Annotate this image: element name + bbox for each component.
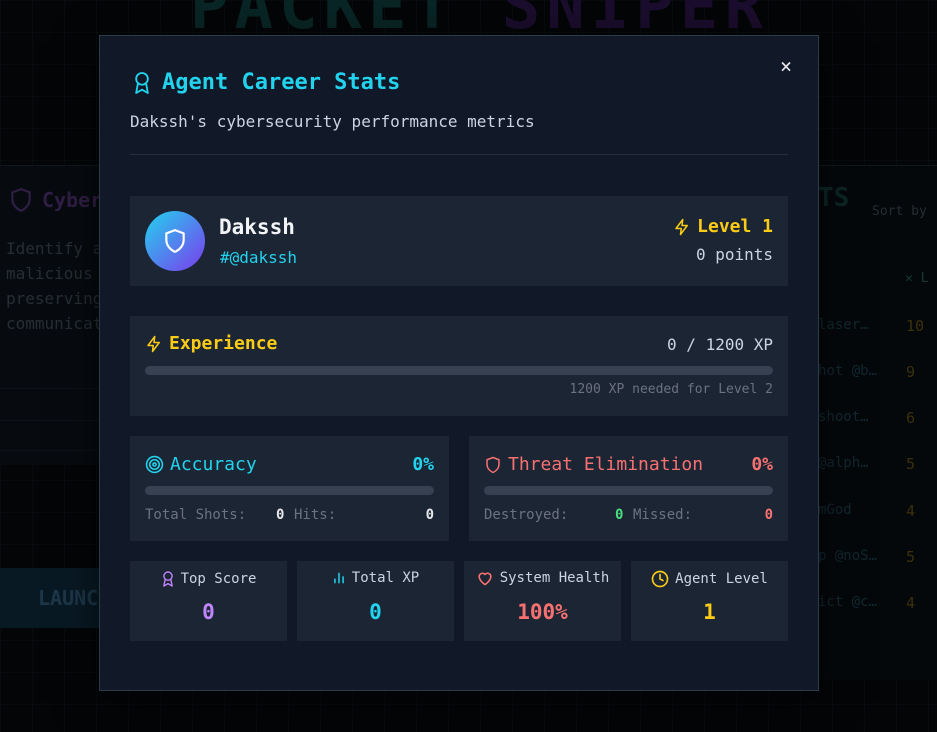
destroyed-value: 0 <box>615 507 624 523</box>
shield-icon <box>486 456 500 473</box>
accuracy-card: Accuracy 0% Total Shots: 0 Hits: 0 <box>130 436 449 541</box>
threat-elimination-card: Threat Elimination 0% Destroyed: 0 Misse… <box>469 436 788 541</box>
hits-label: Hits: <box>294 507 337 523</box>
experience-card: Experience 0 / 1200 XP 1200 XP needed fo… <box>130 316 788 416</box>
missed-value: 0 <box>764 507 773 523</box>
lightning-icon <box>147 335 160 352</box>
shield-icon <box>165 229 185 253</box>
threat-percent: 0% <box>751 454 773 475</box>
level-badge: Level 1 <box>673 216 773 237</box>
top-score-label: Top Score <box>130 570 287 588</box>
total-shots-value: 0 <box>276 507 285 523</box>
total-xp-value: 0 <box>369 600 382 624</box>
heart-icon <box>478 572 492 586</box>
close-button[interactable]: × <box>776 56 796 76</box>
points-value: 0 points <box>695 245 773 264</box>
total-xp-label: Total XP <box>297 570 454 586</box>
experience-value: 0 / 1200 XP <box>667 335 773 354</box>
threat-heading: Threat Elimination <box>484 454 703 475</box>
total-shots-label: Total Shots: <box>145 507 247 523</box>
header-divider <box>130 154 788 155</box>
modal-header: Agent Career Stats <box>132 70 400 95</box>
experience-progress-bar <box>145 366 773 375</box>
career-stats-modal: × Agent Career Stats Dakssh's cybersecur… <box>99 35 819 691</box>
system-health-value: 100% <box>517 600 568 624</box>
award-icon <box>162 571 173 587</box>
lightning-icon <box>675 218 689 235</box>
accuracy-heading: Accuracy <box>145 454 257 475</box>
award-icon <box>135 71 149 94</box>
missed-label: Missed: <box>633 507 693 523</box>
clock-icon <box>651 570 669 588</box>
experience-heading: Experience <box>145 333 277 354</box>
xp-needed-text: 1200 XP needed for Level 2 <box>569 382 774 397</box>
agent-name: Dakssh <box>219 215 295 239</box>
agent-level-label: Agent Level <box>631 570 788 588</box>
top-score-value: 0 <box>202 600 215 624</box>
threat-progress-bar <box>484 486 773 495</box>
system-health-tile: System Health 100% <box>464 561 621 641</box>
total-xp-tile: Total XP 0 <box>297 561 454 641</box>
avatar <box>145 211 205 271</box>
agent-level-value: 1 <box>703 600 716 624</box>
destroyed-label: Destroyed: <box>484 507 569 523</box>
agent-level-tile: Agent Level 1 <box>631 561 788 641</box>
agent-handle: #@dakssh <box>220 248 298 267</box>
accuracy-percent: 0% <box>412 454 434 475</box>
top-score-tile: Top Score 0 <box>130 561 287 641</box>
hits-value: 0 <box>425 507 434 523</box>
target-icon <box>145 455 164 474</box>
bar-chart-icon <box>333 572 344 584</box>
modal-subtitle: Dakssh's cybersecurity performance metri… <box>130 112 535 131</box>
accuracy-progress-bar <box>145 486 434 495</box>
system-health-label: System Health <box>464 570 621 586</box>
modal-title: Agent Career Stats <box>162 70 401 95</box>
profile-card: Dakssh #@dakssh Level 1 0 points <box>130 196 788 286</box>
